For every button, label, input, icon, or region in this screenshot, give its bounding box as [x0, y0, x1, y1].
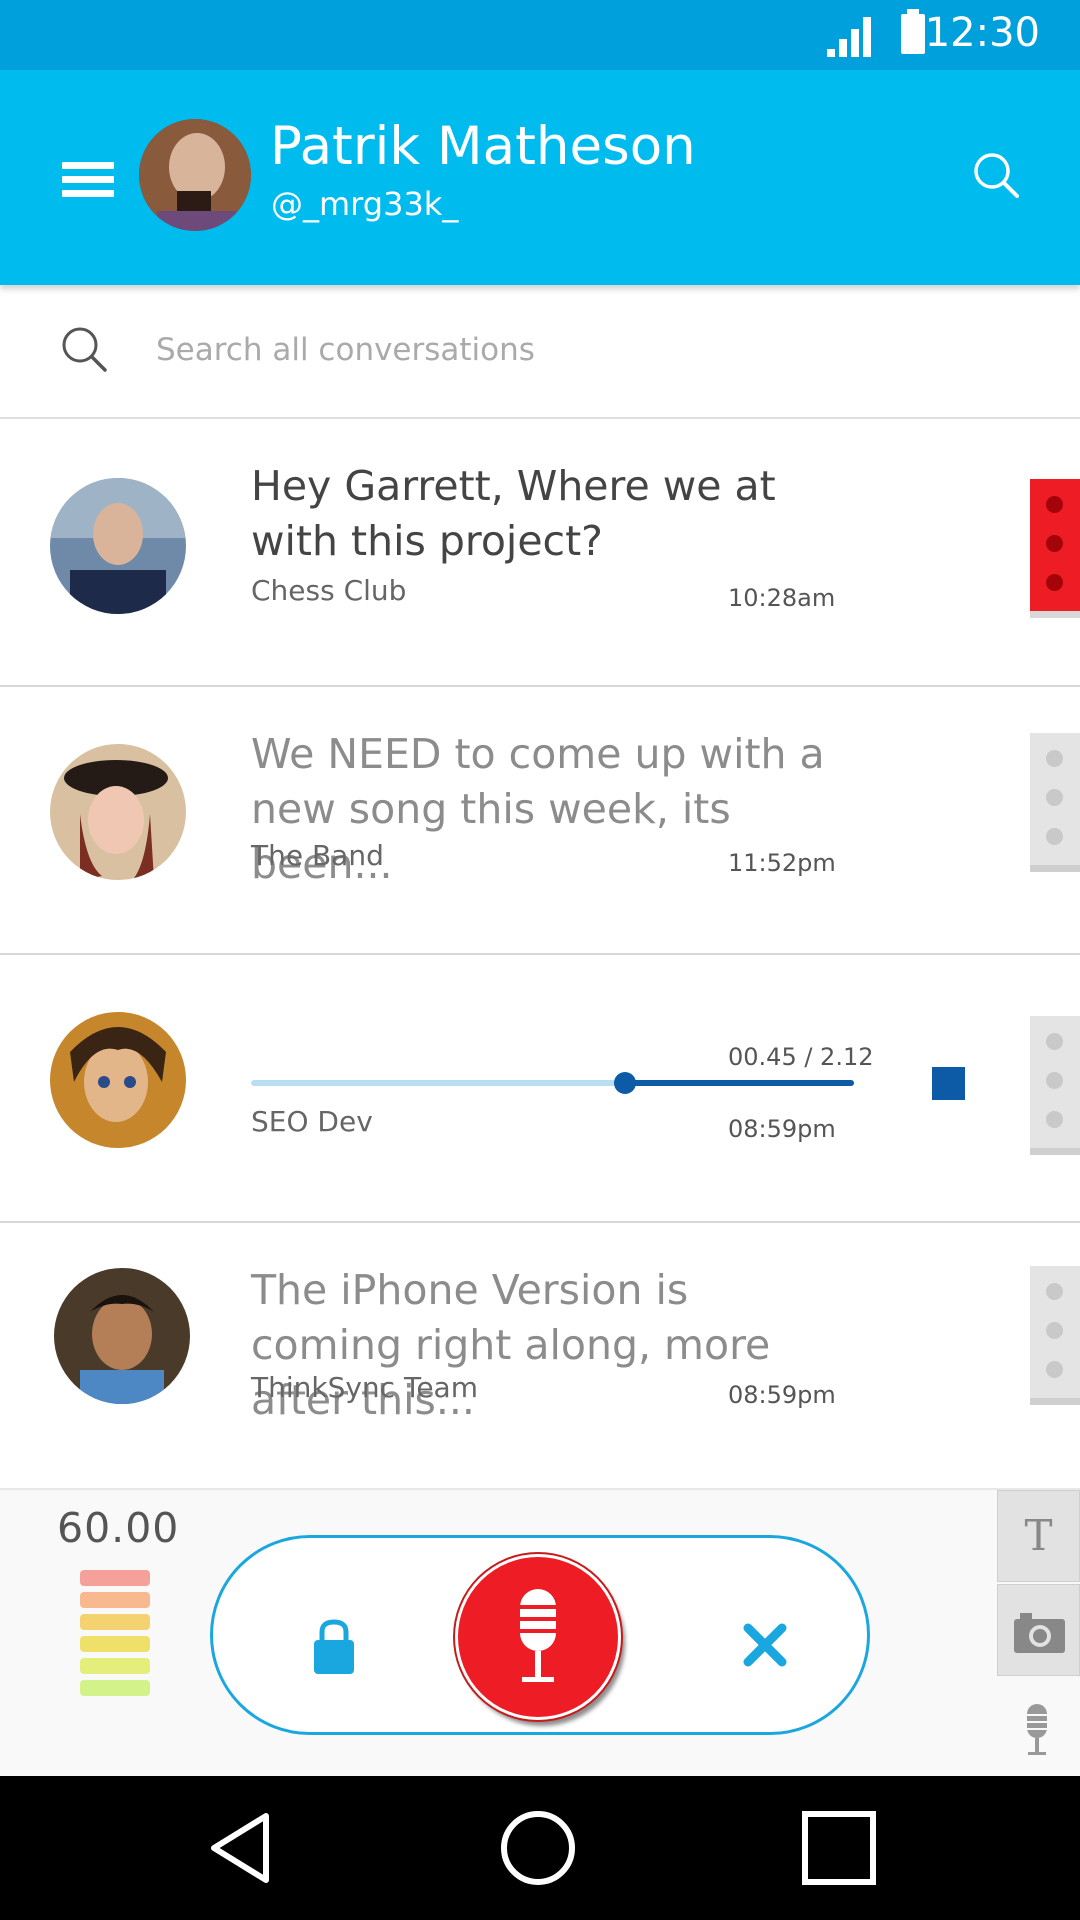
conversation-item[interactable]: Hey Garrett, Where we at with this proje… — [0, 419, 1080, 687]
level-bar — [80, 1658, 150, 1674]
conversation-group: The Band — [251, 839, 384, 872]
camera-icon — [1014, 1613, 1065, 1653]
text-mode-button[interactable]: T — [997, 1490, 1080, 1582]
conversation-search — [0, 285, 1080, 419]
recent-apps-icon[interactable] — [797, 1806, 881, 1890]
recorder-panel: 60.00 T — [0, 1488, 1080, 1778]
level-bar — [80, 1636, 150, 1652]
microphone-mode-icon[interactable] — [1022, 1702, 1052, 1758]
back-icon[interactable] — [200, 1806, 284, 1890]
stop-button[interactable] — [932, 1067, 965, 1100]
lock-icon[interactable] — [310, 1618, 358, 1676]
status-bar: 12:30 — [0, 0, 1080, 70]
conversation-item[interactable]: 00.45 / 2.12 SEO Dev 08:59pm — [0, 955, 1080, 1223]
search-input[interactable] — [156, 325, 956, 375]
profile-handle: @_mrg33k_ — [271, 185, 459, 223]
menu-icon[interactable] — [62, 162, 114, 198]
audio-progress — [624, 1080, 854, 1086]
conversation-item[interactable]: We NEED to come up with a new song this … — [0, 687, 1080, 955]
search-icon[interactable] — [972, 151, 1020, 199]
avatar — [50, 1012, 186, 1148]
home-icon[interactable] — [496, 1806, 580, 1890]
record-button[interactable] — [455, 1554, 621, 1720]
conversation-item[interactable]: The iPhone Version is coming right along… — [0, 1223, 1080, 1491]
message-time: 08:59pm — [728, 1381, 836, 1409]
navigation-bar — [0, 1776, 1080, 1920]
seek-handle[interactable] — [613, 1072, 636, 1094]
conversation-group: Chess Club — [251, 574, 407, 607]
battery-icon — [901, 9, 925, 54]
search-icon — [62, 327, 107, 372]
conversation-group: ThinkSync Team — [251, 1371, 478, 1404]
more-options-button[interactable] — [1030, 1016, 1080, 1155]
message-time: 08:59pm — [728, 1115, 836, 1143]
avatar — [54, 1268, 190, 1404]
microphone-icon — [518, 1589, 558, 1682]
more-options-button[interactable] — [1030, 1266, 1080, 1405]
profile-name: Patrik Matheson — [270, 116, 696, 177]
level-bar — [80, 1570, 150, 1586]
message-preview: Hey Garrett, Where we at with this proje… — [251, 462, 776, 565]
recording-timer: 60.00 — [57, 1504, 180, 1552]
message-time: 10:28am — [728, 584, 836, 612]
level-bar — [80, 1680, 150, 1696]
signal-icon — [827, 17, 871, 57]
message-time: 11:52pm — [728, 849, 836, 877]
audio-seekbar[interactable] — [251, 1072, 854, 1094]
level-bar — [80, 1592, 150, 1608]
status-time: 12:30 — [924, 10, 1040, 56]
conversation-group: SEO Dev — [251, 1105, 373, 1138]
app-bar: Patrik Matheson @_mrg33k_ — [0, 70, 1080, 285]
camera-mode-button[interactable] — [997, 1584, 1080, 1676]
more-options-button[interactable] — [1030, 733, 1080, 872]
avatar — [50, 478, 186, 614]
more-options-button[interactable] — [1030, 479, 1080, 618]
avatar — [50, 744, 186, 880]
level-bar — [80, 1614, 150, 1630]
audio-position: 00.45 / 2.12 — [728, 1043, 874, 1071]
input-mode-tools: T — [997, 1490, 1080, 1680]
close-icon[interactable] — [740, 1620, 790, 1670]
profile-avatar[interactable] — [139, 119, 251, 231]
